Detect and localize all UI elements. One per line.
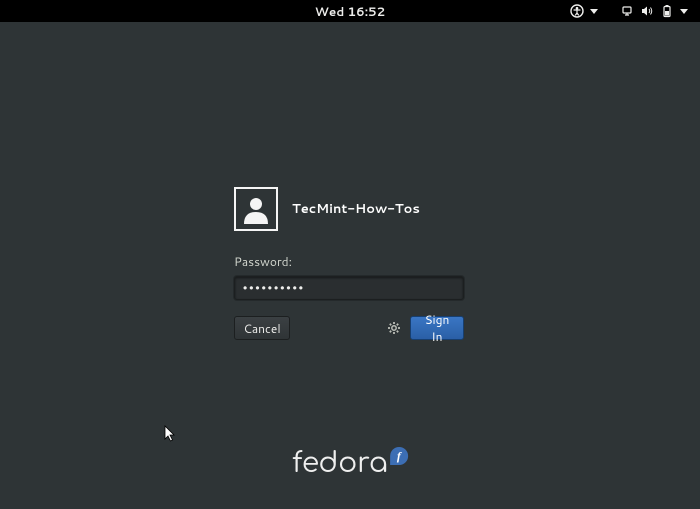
system-menu-arrow-icon[interactable] xyxy=(680,9,688,14)
login-panel: TecMint-How-Tos Password: Cancel xyxy=(234,187,466,340)
fedora-bubble-icon: f xyxy=(390,447,408,465)
password-label: Password: xyxy=(234,253,466,270)
battery-icon[interactable] xyxy=(660,4,674,18)
cancel-button[interactable]: Cancel xyxy=(234,316,290,340)
clock[interactable]: Wed 16:52 xyxy=(315,3,385,20)
distro-name: fedora xyxy=(292,447,388,479)
gear-icon xyxy=(387,321,401,335)
status-area xyxy=(570,4,700,18)
avatar-placeholder-icon xyxy=(241,194,271,224)
top-panel: Wed 16:52 xyxy=(0,0,700,22)
network-icon[interactable] xyxy=(620,4,634,18)
volume-icon[interactable] xyxy=(640,4,654,18)
fedora-f-glyph: f xyxy=(397,450,401,462)
password-input[interactable] xyxy=(234,276,464,300)
accessibility-icon[interactable] xyxy=(570,4,584,18)
mouse-cursor-icon xyxy=(164,425,178,443)
session-options-button[interactable] xyxy=(384,318,404,338)
sign-in-button[interactable]: Sign In xyxy=(410,316,464,340)
distro-logo: fedora f xyxy=(292,447,408,479)
button-row: Cancel Sign xyxy=(234,316,464,340)
avatar xyxy=(234,187,278,231)
username-label: TecMint-How-Tos xyxy=(292,200,420,218)
user-row: TecMint-How-Tos xyxy=(234,187,466,231)
accessibility-menu-arrow-icon[interactable] xyxy=(590,9,598,14)
